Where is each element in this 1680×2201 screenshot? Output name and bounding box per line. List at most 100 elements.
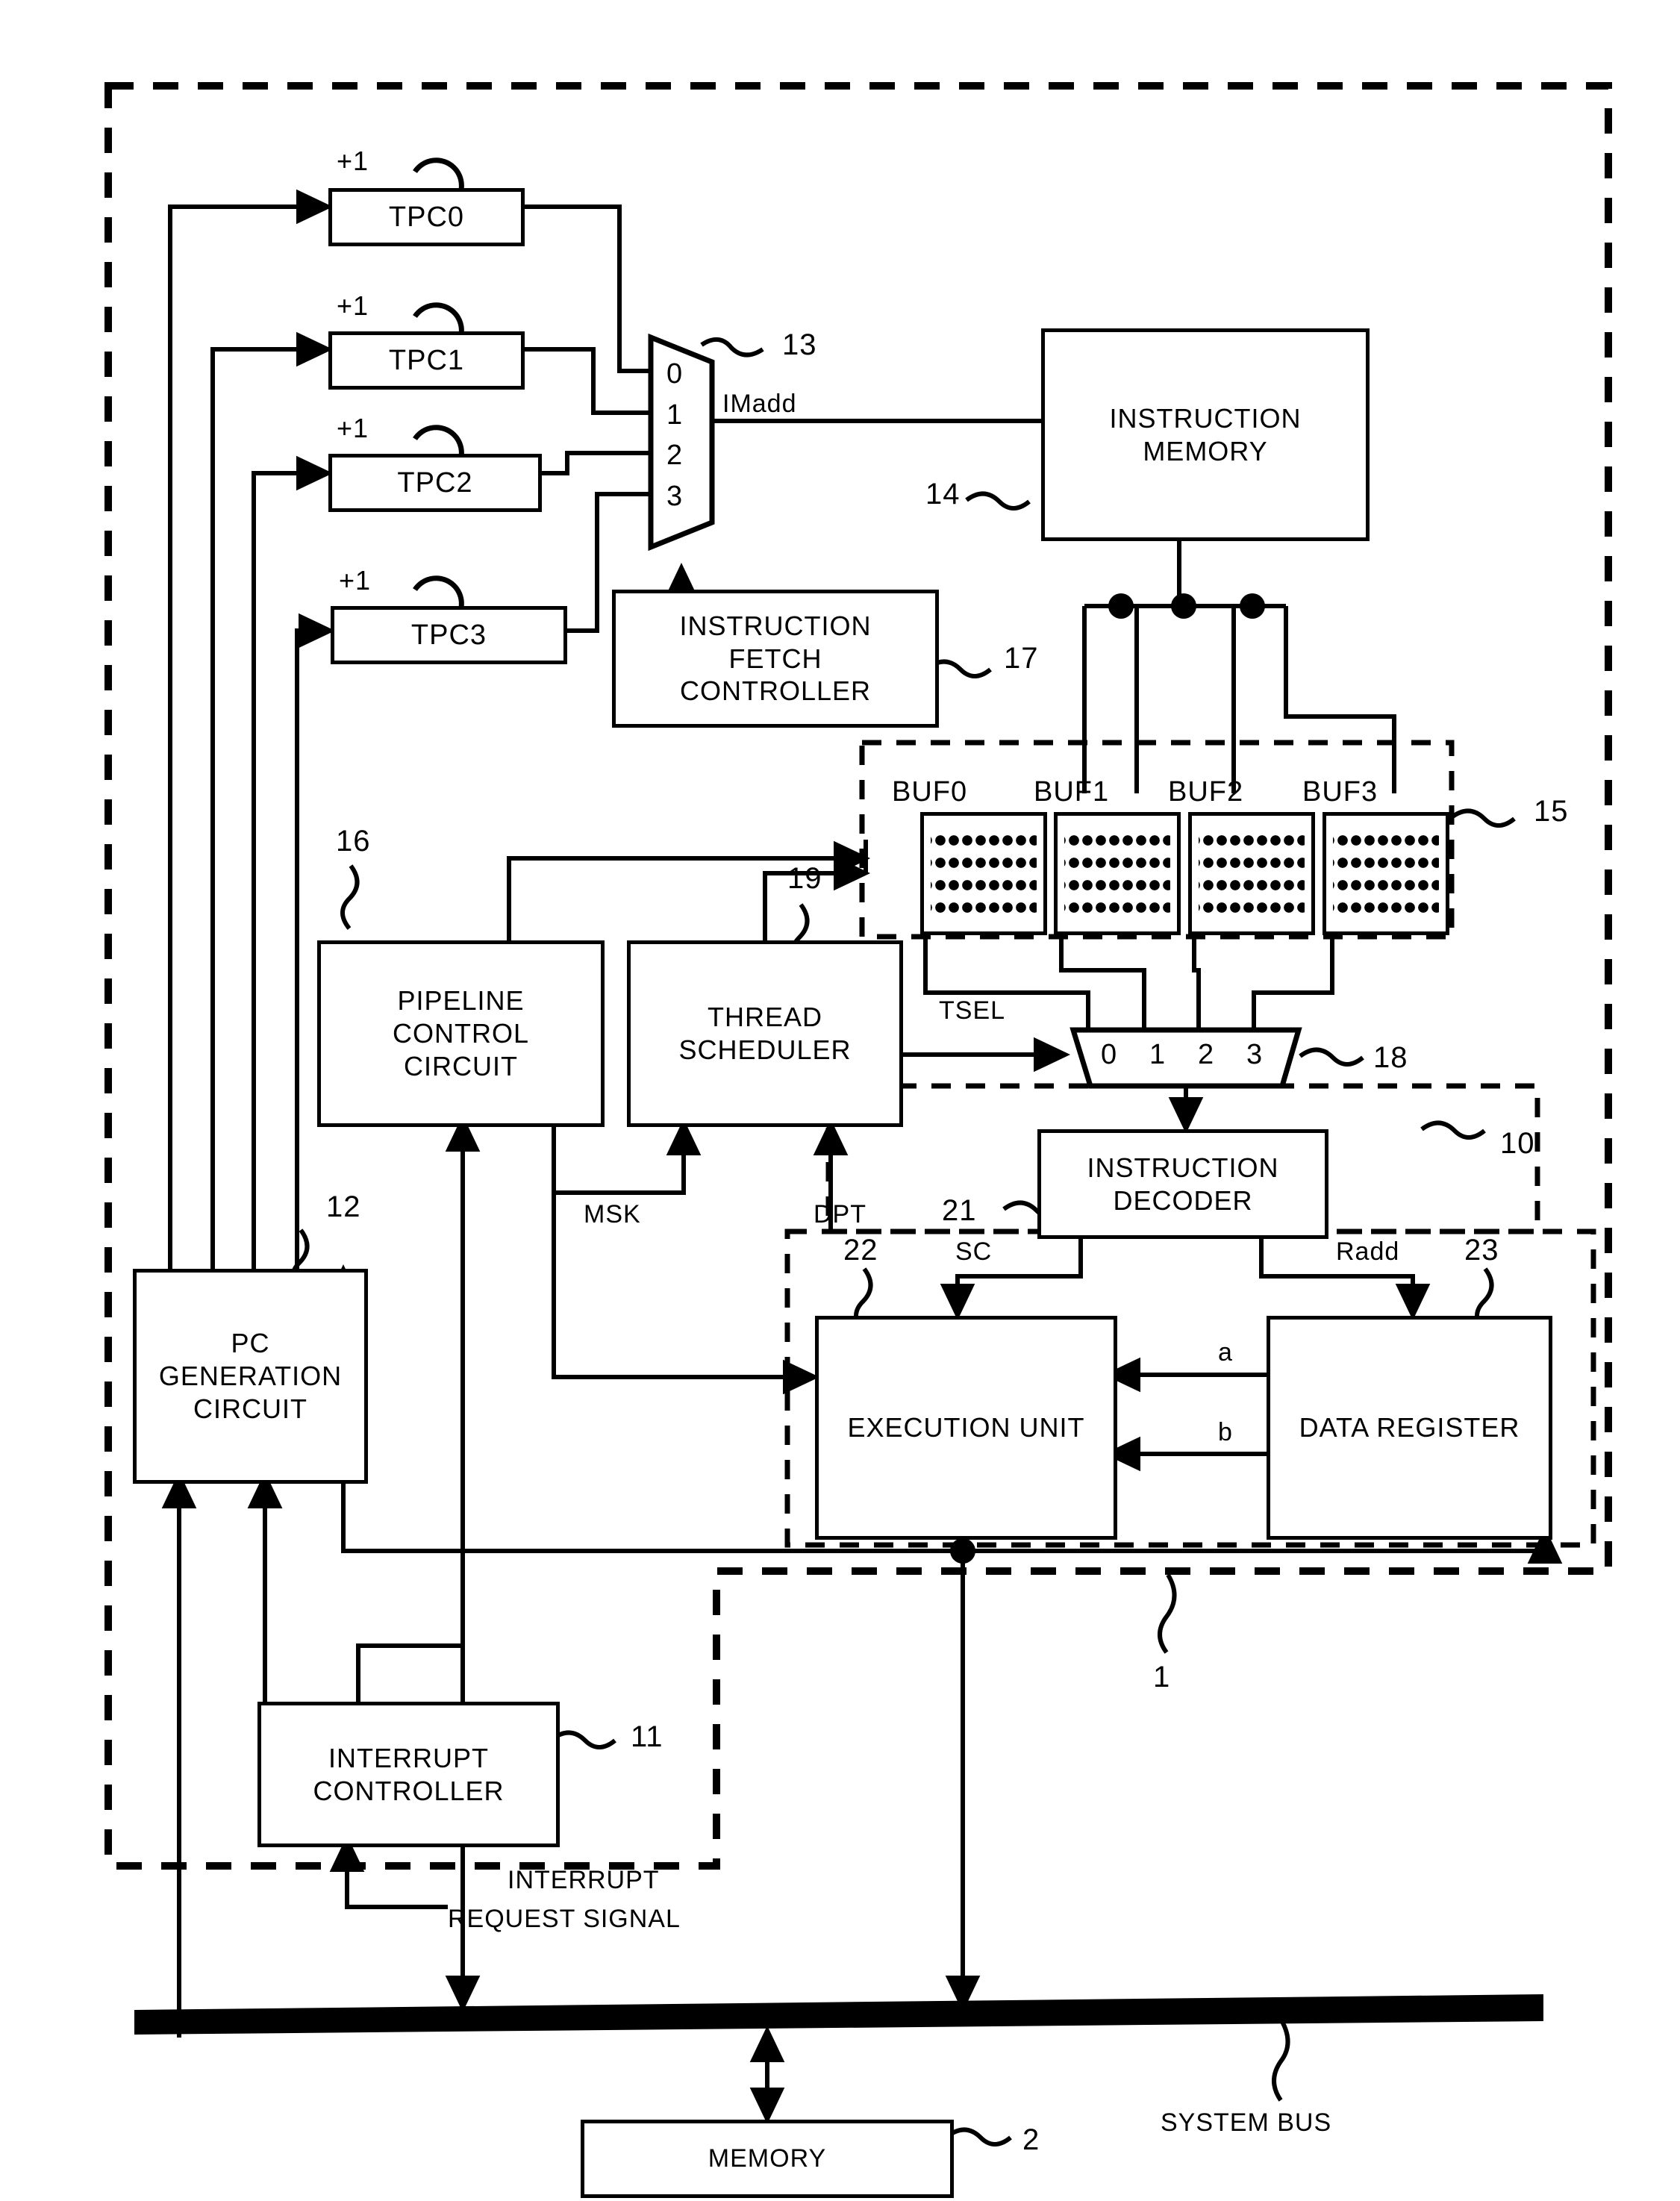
ref-13: 13 bbox=[782, 328, 817, 361]
ref-18-leader bbox=[1299, 1047, 1364, 1067]
memory-label: MEMORY bbox=[708, 2144, 827, 2173]
ifc-line3: CONTROLLER bbox=[679, 675, 872, 707]
msk-signal-label: MSK bbox=[584, 1200, 641, 1228]
ref-16-leader bbox=[340, 864, 360, 930]
instruction-fetch-controller-block[interactable]: INSTRUCTION FETCH CONTROLLER bbox=[612, 590, 939, 728]
ref-2: 2 bbox=[1022, 2123, 1040, 2156]
ref-21: 21 bbox=[942, 1194, 977, 1227]
ic-line1: INTERRUPT bbox=[328, 1742, 489, 1773]
execution-unit-block[interactable]: EXECUTION UNIT bbox=[815, 1316, 1117, 1540]
instruction-decoder-block[interactable]: INSTRUCTION DECODER bbox=[1037, 1129, 1328, 1239]
ref-13-leader bbox=[700, 337, 764, 358]
interrupt-request-wire bbox=[329, 1835, 448, 1909]
ref-1: 1 bbox=[1153, 1661, 1171, 1693]
instruction-memory-line1: INSTRUCTION bbox=[1109, 402, 1302, 434]
ref-11: 11 bbox=[631, 1720, 663, 1753]
radd-signal-label: Radd bbox=[1336, 1237, 1400, 1266]
buffer-mux-input-0-label: 0 bbox=[1101, 1039, 1118, 1070]
instruction-memory-block[interactable]: INSTRUCTION MEMORY bbox=[1041, 328, 1370, 541]
data-register-label: DATA REGISTER bbox=[1299, 1412, 1520, 1443]
interruptctrl-up-wire bbox=[356, 1114, 481, 1702]
imem-fanout-junction-dots bbox=[1108, 593, 1265, 619]
data-register-block[interactable]: DATA REGISTER bbox=[1267, 1316, 1552, 1540]
pcgen-to-tpc2-wire bbox=[252, 455, 334, 1269]
buf2-buffer[interactable] bbox=[1188, 812, 1315, 935]
ref-23: 23 bbox=[1464, 1234, 1499, 1267]
ref-15: 15 bbox=[1534, 795, 1569, 828]
imadd-signal-label: IMadd bbox=[722, 390, 797, 418]
buf0-label: BUF0 bbox=[892, 776, 968, 808]
buffer-mux-input-3-label: 3 bbox=[1246, 1039, 1264, 1070]
interrupt-request-line1: INTERRUPT bbox=[508, 1866, 660, 1894]
buf2-label: BUF2 bbox=[1168, 776, 1244, 808]
buffer-mux-input-1-label: 1 bbox=[1149, 1039, 1167, 1070]
pcgen-line1: PC bbox=[231, 1328, 270, 1359]
buf0-buffer[interactable] bbox=[920, 812, 1047, 935]
figure-canvas: TPC0 +1 TPC1 +1 TPC2 +1 TPC3 +1 0 1 2 3 … bbox=[0, 0, 1680, 2201]
execution-unit-label: EXECUTION UNIT bbox=[847, 1412, 1085, 1443]
memory-block[interactable]: MEMORY bbox=[581, 2120, 954, 2198]
imem-to-buffers-wire bbox=[1082, 532, 1396, 793]
pcc-line2: CONTROL bbox=[392, 1018, 529, 1049]
ref-19: 19 bbox=[787, 862, 822, 895]
tpc0-label: TPC0 bbox=[388, 201, 465, 233]
instruction-memory-line2: MEMORY bbox=[1143, 435, 1268, 466]
system-bus-bar bbox=[134, 1994, 1543, 2035]
system-bus-label: SYSTEM BUS bbox=[1161, 2108, 1332, 2137]
id-line2: DECODER bbox=[1113, 1184, 1253, 1216]
pc-mux-input-2-label: 2 bbox=[666, 440, 684, 471]
ref-18: 18 bbox=[1373, 1041, 1408, 1074]
tpc2-increment-label: +1 bbox=[337, 413, 369, 443]
buf1-content-pattern bbox=[1064, 825, 1170, 922]
tpc3-register[interactable]: TPC3 bbox=[331, 606, 567, 664]
pc-mux-input-3-label: 3 bbox=[666, 481, 684, 512]
tpc3-increment-label: +1 bbox=[339, 565, 372, 596]
ic-line2: CONTROLLER bbox=[313, 1775, 505, 1806]
buf3-label: BUF3 bbox=[1302, 776, 1378, 808]
interrupt-controller-block[interactable]: INTERRUPT CONTROLLER bbox=[257, 1702, 560, 1847]
pcc-line1: PIPELINE bbox=[397, 985, 525, 1017]
interrupt-request-line2: REQUEST SIGNAL bbox=[448, 1905, 681, 1933]
ref-15-leader bbox=[1450, 808, 1516, 828]
dpt-signal-label: DPT bbox=[814, 1200, 866, 1228]
ref-22: 22 bbox=[843, 1234, 878, 1267]
pc-generation-circuit-block[interactable]: PC GENERATION CIRCUIT bbox=[133, 1269, 368, 1484]
ref-14: 14 bbox=[925, 478, 961, 511]
tpc2-register[interactable]: TPC2 bbox=[328, 454, 542, 512]
buffer-mux-input-2-label: 2 bbox=[1198, 1039, 1215, 1070]
buf1-buffer[interactable] bbox=[1054, 812, 1181, 935]
ref-10: 10 bbox=[1500, 1127, 1535, 1160]
ref-2-leader bbox=[946, 2127, 1012, 2147]
tpc2-label: TPC2 bbox=[397, 466, 473, 499]
ref-16: 16 bbox=[336, 825, 371, 858]
pc-mux-input-0-label: 0 bbox=[666, 358, 684, 390]
ref-10-leader bbox=[1420, 1120, 1486, 1140]
buf0-content-pattern bbox=[931, 825, 1037, 922]
ifc-line2: FETCH bbox=[728, 643, 822, 674]
ref-14-leader bbox=[965, 491, 1031, 511]
ref-17: 17 bbox=[1004, 642, 1039, 675]
ref-11-leader bbox=[551, 1730, 616, 1749]
ts-line2: SCHEDULER bbox=[678, 1034, 852, 1065]
tpc0-increment-label: +1 bbox=[337, 146, 369, 176]
tpc1-register[interactable]: TPC1 bbox=[328, 331, 525, 390]
tpc2-to-mux-wire bbox=[534, 451, 651, 475]
buf1-label: BUF1 bbox=[1034, 776, 1110, 808]
buf3-buffer[interactable] bbox=[1323, 812, 1449, 935]
pcc-line3: CIRCUIT bbox=[403, 1050, 518, 1081]
pc-mux-input-1-label: 1 bbox=[666, 399, 684, 431]
thread-scheduler-block[interactable]: THREAD SCHEDULER bbox=[627, 940, 903, 1127]
pcgen-to-tpc0-wire bbox=[168, 189, 334, 1269]
tpc0-register[interactable]: TPC0 bbox=[328, 188, 525, 246]
pipeline-control-circuit-block[interactable]: PIPELINE CONTROL CIRCUIT bbox=[317, 940, 605, 1127]
ref-1-leader bbox=[1158, 1573, 1177, 1654]
tsel-signal-label: TSEL bbox=[939, 996, 1006, 1025]
pcgen-line2: GENERATION bbox=[158, 1361, 343, 1392]
buf2-content-pattern bbox=[1199, 825, 1305, 922]
tpc3-label: TPC3 bbox=[410, 619, 487, 651]
pcgen-line3: CIRCUIT bbox=[193, 1393, 307, 1424]
sc-signal-label: SC bbox=[955, 1237, 993, 1266]
system-bus-leader bbox=[1272, 2015, 1290, 2102]
ref-12: 12 bbox=[326, 1190, 361, 1223]
operand-a-label: a bbox=[1218, 1338, 1233, 1367]
